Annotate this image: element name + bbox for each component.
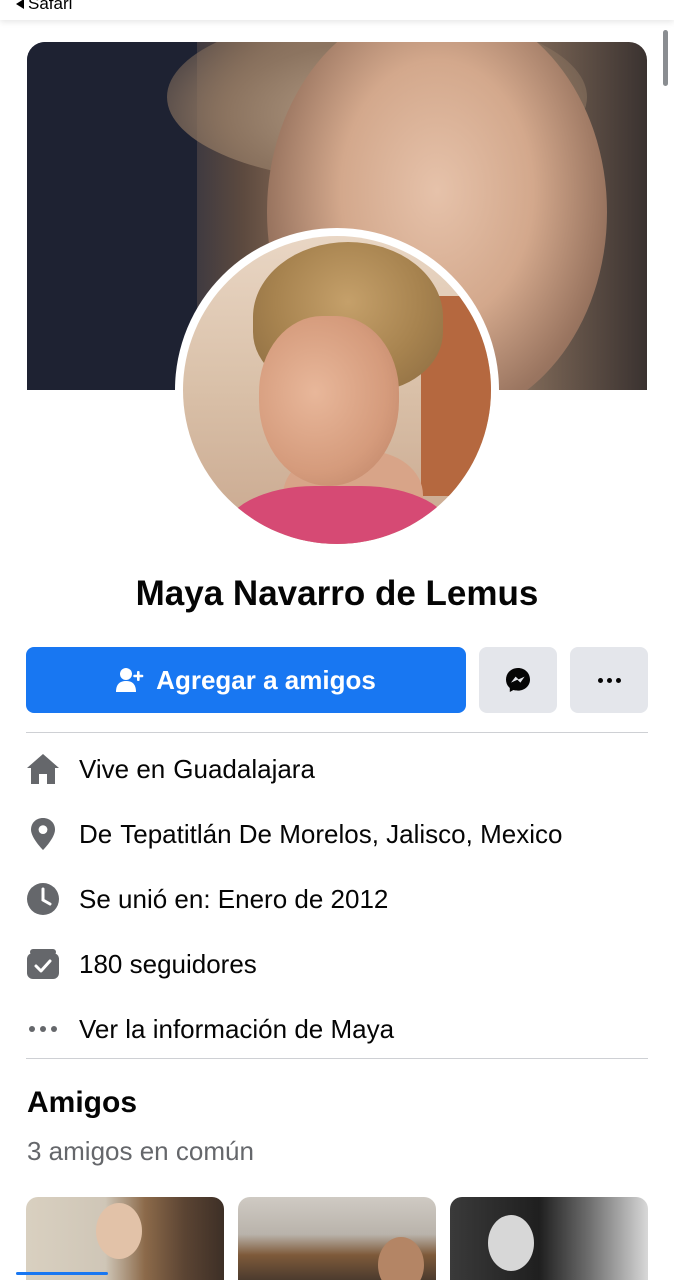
friends-section-title: Amigos [27,1086,138,1119]
info-see-more-text: Ver la información de Maya [79,1013,395,1044]
friend-thumbnail[interactable] [26,1197,224,1280]
location-pin-icon [26,817,60,851]
add-friend-label: Agregar a amigos [156,664,376,695]
profile-name: Maya Navarro de Lemus [135,574,539,613]
back-label: Safari [28,0,73,13]
message-button[interactable] [479,647,557,713]
info-joined: Se unió en: Enero de 2012 [26,879,648,919]
more-dots-icon [597,677,621,683]
divider [26,732,648,733]
info-followers: 180 seguidores [26,944,648,984]
clock-icon [26,882,60,916]
info-from-place[interactable]: Tepatitlán De Morelos, Jalisco, Mexico [120,819,562,850]
status-bar: Safari [0,0,674,20]
info-from: De Tepatitlán De Morelos, Jalisco, Mexic… [26,814,648,854]
person-plus-icon [116,668,144,692]
info-lives-city[interactable]: Guadalajara [173,754,315,785]
info-lives-in: Vive en Guadalajara [26,749,648,789]
back-to-safari-link[interactable]: Safari [16,0,72,14]
more-options-button[interactable] [570,647,648,713]
add-friend-button[interactable]: Agregar a amigos [26,647,466,713]
mutual-friends-count[interactable]: 3 amigos en común [27,1136,254,1167]
divider [26,1058,648,1059]
ellipsis-icon [26,1012,60,1046]
info-lives-prefix: Vive en [79,753,166,784]
info-see-more[interactable]: Ver la información de Maya [26,1009,648,1049]
bottom-progress-bar [16,1272,108,1275]
profile-avatar[interactable] [175,228,499,552]
messenger-icon [506,668,530,692]
info-joined-text: Se unió en: Enero de 2012 [79,883,389,914]
home-icon [26,752,60,786]
scroll-indicator[interactable] [663,30,668,86]
info-followers-text: 180 seguidores [79,948,257,979]
avatar-photo [183,236,491,544]
back-arrow-icon [16,0,24,9]
info-from-prefix: De [79,818,113,849]
followers-icon [26,947,60,981]
friend-thumbnail[interactable] [450,1197,648,1280]
friend-thumbnail[interactable] [238,1197,436,1280]
